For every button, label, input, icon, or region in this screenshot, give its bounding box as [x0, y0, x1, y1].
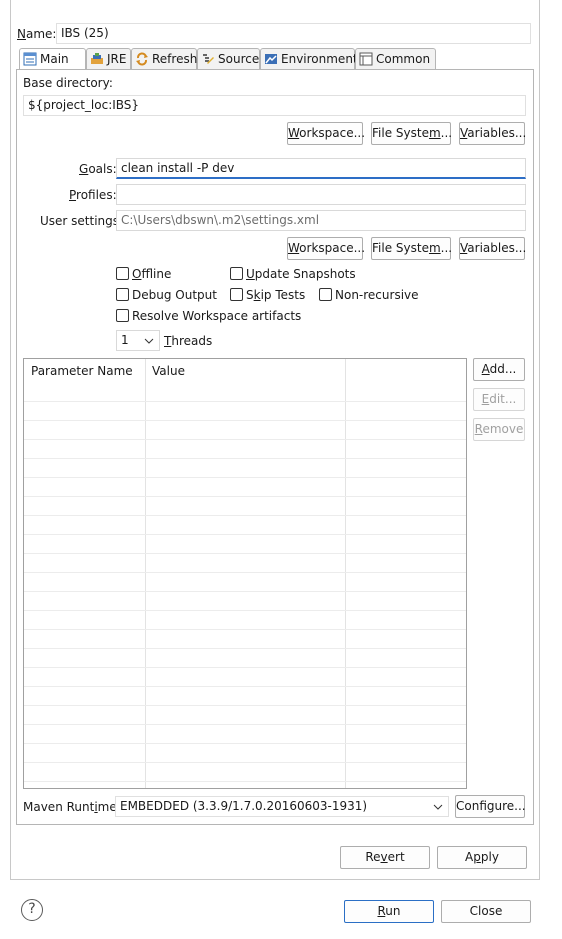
debug-output-checkbox[interactable] — [116, 288, 129, 301]
row-divider — [24, 629, 466, 630]
skip-tests-label: Skip Tests — [246, 288, 306, 302]
goals-label: Goals: — [79, 162, 117, 176]
base-workspace-button[interactable]: Workspace... — [287, 122, 365, 145]
profiles-label: Profiles: — [69, 188, 117, 202]
apply-button[interactable]: Apply — [437, 846, 527, 869]
resolve-workspace-checkbox[interactable] — [116, 309, 129, 322]
threads-value: 1 — [121, 333, 129, 347]
row-divider — [24, 686, 466, 687]
tab-common-label: Common — [376, 52, 431, 66]
chevron-down-icon — [433, 804, 443, 810]
row-divider — [24, 762, 466, 763]
row-divider — [24, 534, 466, 535]
base-variables-button[interactable]: Variables... — [459, 122, 526, 145]
non-recursive-label: Non-recursive — [335, 288, 419, 302]
tab-refresh-label: Refresh — [152, 52, 198, 66]
remove-parameter-button[interactable]: Remove — [473, 418, 525, 441]
row-divider — [24, 420, 466, 421]
profiles-field[interactable] — [116, 184, 526, 205]
non-recursive-checkbox[interactable] — [319, 288, 332, 301]
row-divider — [24, 610, 466, 611]
base-directory-label: Base directory: — [23, 76, 113, 90]
environment-icon — [265, 54, 277, 64]
row-divider — [24, 515, 466, 516]
row-divider — [24, 781, 466, 782]
column-header-value[interactable]: Value — [145, 359, 345, 383]
skip-tests-checkbox[interactable] — [230, 288, 243, 301]
row-divider — [24, 591, 466, 592]
tab-source[interactable]: Source — [197, 48, 260, 69]
close-button[interactable]: Close — [441, 900, 531, 923]
goals-field[interactable]: clean install -P dev — [116, 158, 526, 179]
threads-label: Threads — [164, 334, 213, 348]
main-tab-icon — [23, 52, 37, 66]
row-divider — [24, 667, 466, 668]
row-divider — [24, 572, 466, 573]
row-divider — [24, 496, 466, 497]
settings-file-system-button[interactable]: File System... — [371, 237, 452, 260]
user-settings-field[interactable]: C:\Users\dbswn\.m2\settings.xml — [116, 210, 526, 231]
tab-environment[interactable]: Environment — [260, 48, 358, 69]
parameters-table[interactable]: Parameter Name Value — [23, 358, 467, 789]
jre-icon — [91, 53, 103, 64]
update-snapshots-label: Update Snapshots — [246, 267, 356, 281]
source-icon — [203, 54, 214, 64]
common-icon — [359, 52, 373, 66]
row-divider — [24, 743, 466, 744]
resolve-workspace-label: Resolve Workspace artifacts — [132, 309, 302, 323]
tab-jre-label: JRE — [107, 52, 127, 66]
name-label: Name: — [17, 27, 57, 41]
debug-output-label: Debug Output — [132, 288, 217, 302]
maven-runtime-label: Maven Runtime: — [23, 800, 121, 814]
chevron-down-icon — [144, 338, 154, 344]
help-icon[interactable]: ? — [21, 899, 43, 921]
base-directory-field[interactable]: ${project_loc:IBS} — [23, 95, 526, 116]
row-divider — [24, 401, 466, 402]
update-snapshots-checkbox[interactable] — [230, 267, 243, 280]
revert-button[interactable]: Revert — [340, 846, 430, 869]
refresh-icon — [136, 52, 148, 66]
settings-variables-button[interactable]: Variables... — [459, 237, 526, 260]
threads-select[interactable]: 1 — [116, 330, 160, 351]
tab-jre[interactable]: JRE — [86, 48, 131, 69]
edit-parameter-button[interactable]: Edit... — [473, 388, 525, 411]
tab-refresh[interactable]: Refresh — [131, 48, 197, 69]
offline-checkbox[interactable] — [116, 267, 129, 280]
tab-main-label: Main — [40, 52, 69, 66]
maven-runtime-select[interactable]: EMBEDDED (3.3.9/1.7.0.20160603-1931) — [115, 796, 449, 817]
row-divider — [24, 648, 466, 649]
offline-label: Offline — [132, 267, 172, 281]
run-button[interactable]: Run — [344, 900, 434, 923]
column-header-parameter-name[interactable]: Parameter Name — [24, 359, 145, 383]
maven-runtime-value: EMBEDDED (3.3.9/1.7.0.20160603-1931) — [120, 799, 368, 813]
tab-main[interactable]: Main — [19, 48, 86, 70]
add-parameter-button[interactable]: Add... — [473, 358, 525, 381]
tab-environment-label: Environment — [281, 52, 358, 66]
row-divider — [24, 724, 466, 725]
row-divider — [24, 458, 466, 459]
tab-common[interactable]: Common — [355, 48, 436, 69]
tab-source-label: Source — [218, 52, 260, 66]
row-divider — [24, 439, 466, 440]
row-divider — [24, 553, 466, 554]
tab-bar: Main JRE Refresh Source Environment Comm… — [16, 48, 534, 70]
configure-runtime-button[interactable]: Configure... — [455, 795, 526, 818]
base-file-system-button[interactable]: File System... — [371, 122, 452, 145]
row-divider — [24, 705, 466, 706]
name-field[interactable]: IBS (25) — [56, 23, 531, 44]
user-settings-label: User settings: — [40, 214, 124, 228]
row-divider — [24, 477, 466, 478]
settings-workspace-button[interactable]: Workspace... — [287, 237, 365, 260]
